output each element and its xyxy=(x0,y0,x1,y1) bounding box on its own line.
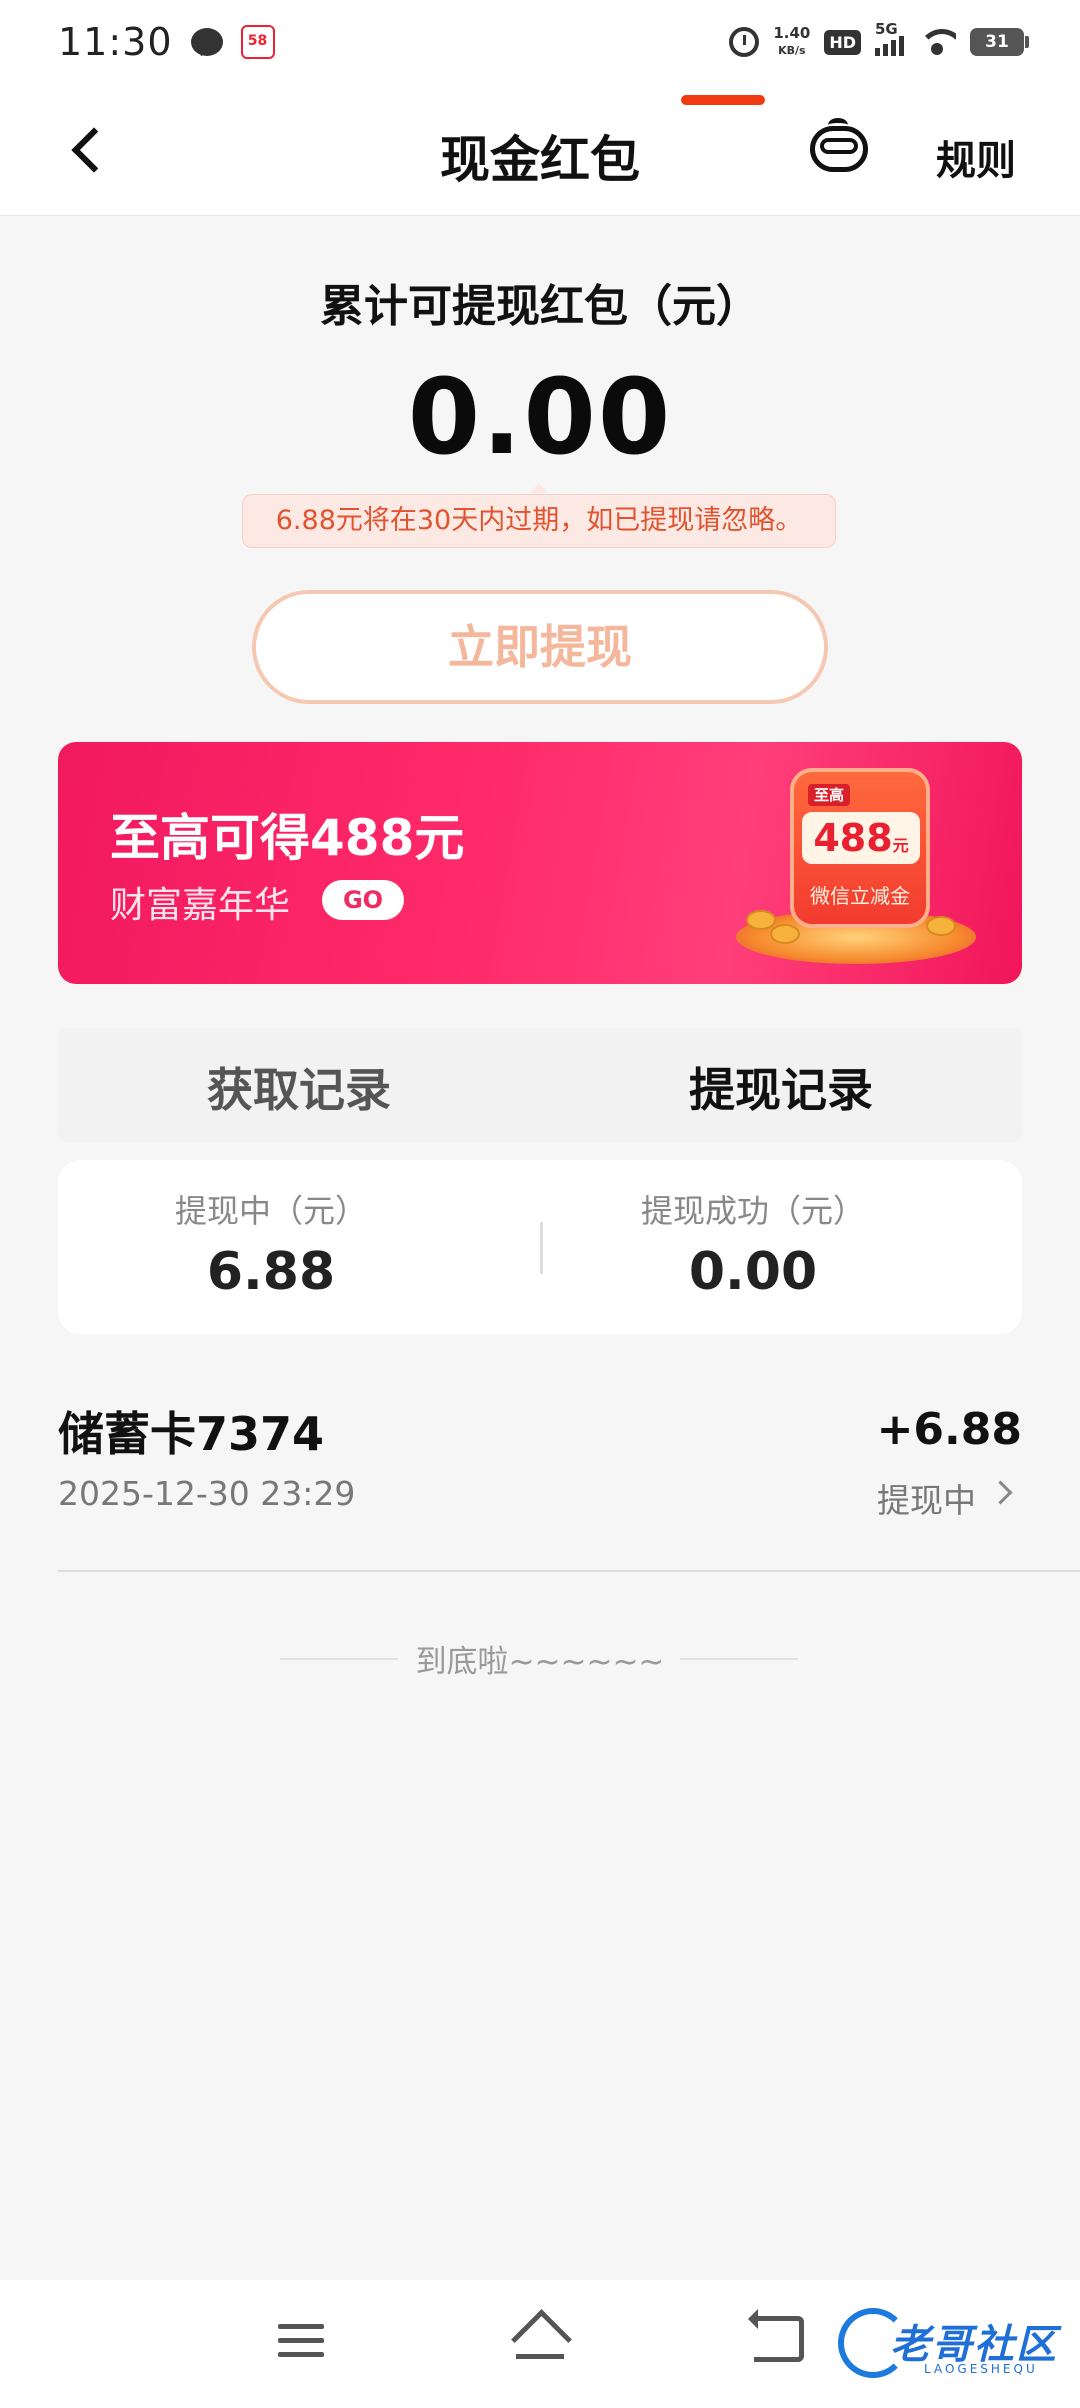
tab-withdraw-records[interactable]: 提现记录 xyxy=(540,1054,1022,1120)
hd-icon: HD xyxy=(824,29,861,55)
alarm-icon xyxy=(729,27,760,57)
status-bar: 11:30 58 1.40 KB/s HD 5G 31 xyxy=(0,0,1080,84)
home-icon[interactable] xyxy=(510,2310,570,2366)
badge-amount-unit: 元 xyxy=(892,836,909,855)
badge-amount-value: 488 xyxy=(813,816,893,860)
record-account: 储蓄卡7374 xyxy=(58,1407,325,1461)
pending-stat: 提现中（元） 6.88 xyxy=(30,1186,512,1302)
status-time: 11:30 xyxy=(58,20,173,64)
success-label: 提现成功（元） xyxy=(640,1192,865,1230)
menu-icon[interactable] xyxy=(278,2320,324,2360)
system-nav-bar: 老哥社区 LAOGESHEQU xyxy=(0,2280,1080,2408)
status-left: 11:30 58 xyxy=(58,20,275,64)
network-speed-value: 1.40 xyxy=(773,24,811,42)
system-back-icon[interactable] xyxy=(748,2309,804,2362)
badge-top: 至高 xyxy=(808,784,850,806)
end-text: 到底啦~~~~~~ xyxy=(415,1644,665,1680)
summary-title: 累计可提现红包（元） xyxy=(320,281,760,332)
app-58-icon: 58 xyxy=(240,25,275,59)
badge-foot: 微信立减金 xyxy=(810,884,910,908)
success-value: 0.00 xyxy=(688,1242,818,1302)
wifi-icon xyxy=(918,29,956,55)
record-time: 2025-12-30 23:29 xyxy=(58,1474,356,1513)
active-tab-indicator xyxy=(681,95,765,105)
promo-banner[interactable]: 至高可得488元 财富嘉年华 GO 至高 488元 微信立减金 xyxy=(58,742,1022,984)
signal-icon: 5G xyxy=(875,20,904,56)
status-right: 1.40 KB/s HD 5G 31 xyxy=(729,20,1029,59)
withdrawable-amount: 0.00 xyxy=(407,356,673,478)
network-speed: 1.40 KB/s xyxy=(773,25,810,59)
nav-bar: 现金红包 规则 xyxy=(0,84,1080,216)
withdraw-now-button[interactable]: 立即提现 xyxy=(252,590,828,704)
promo-subtitle: 财富嘉年华 xyxy=(110,885,291,926)
expire-tooltip: 6.88元将在30天内过期，如已提现请忽略。 xyxy=(242,483,836,548)
page-title: 现金红包 xyxy=(440,131,640,189)
record-tabs: 获取记录 提现记录 xyxy=(58,1028,1022,1142)
watermark-brand-en: LAOGESHEQU xyxy=(924,2362,1038,2376)
mascot-service-icon[interactable] xyxy=(806,118,872,178)
list-item[interactable]: 储蓄卡7374 +6.88 2025-12-30 23:29 提现中 xyxy=(58,1390,1022,1540)
rules-link[interactable]: 规则 xyxy=(936,128,1016,186)
badge-amount: 488元 xyxy=(802,812,920,864)
record-status: 提现中 xyxy=(877,1481,976,1520)
record-amount: +6.88 xyxy=(876,1404,1022,1455)
promo-title: 至高可得488元 xyxy=(110,809,465,867)
withdraw-stats-card: 提现中（元） 6.88 提现成功（元） 0.00 xyxy=(58,1160,1022,1334)
go-button[interactable]: GO xyxy=(322,880,404,920)
watermark-logo: 老哥社区 LAOGESHEQU xyxy=(838,2298,1066,2390)
pending-label: 提现中（元） xyxy=(174,1192,367,1230)
divider xyxy=(58,1570,1080,1572)
message-icon xyxy=(190,28,223,56)
end-of-list: 到底啦~~~~~~ xyxy=(0,1636,1080,1682)
chevron-right-icon xyxy=(990,1482,1014,1506)
network-type: 5G xyxy=(875,20,898,38)
pending-value: 6.88 xyxy=(206,1242,336,1302)
battery-icon: 31 xyxy=(970,28,1029,56)
success-stat: 提现成功（元） 0.00 xyxy=(512,1186,994,1302)
coupon-illustration: 至高 488元 微信立减金 xyxy=(730,760,990,976)
network-speed-unit: KB/s xyxy=(778,44,806,57)
tab-acquire-records[interactable]: 获取记录 xyxy=(58,1054,540,1120)
